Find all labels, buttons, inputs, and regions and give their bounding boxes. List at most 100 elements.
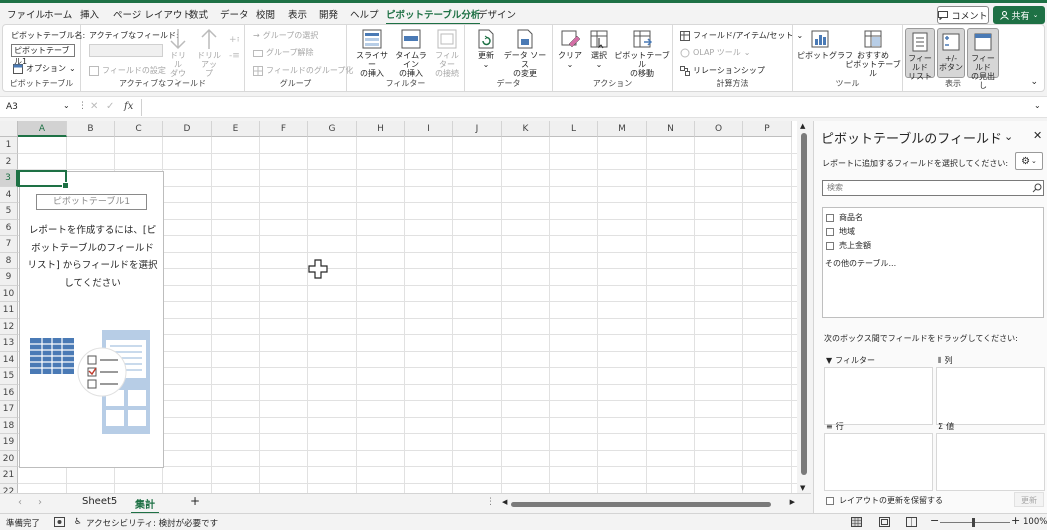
normal-view-icon[interactable]	[851, 517, 862, 527]
insert-timeline-button[interactable]: タイムライン の挿入	[392, 28, 430, 78]
row-header-8[interactable]: 8	[0, 252, 18, 269]
tab-data[interactable]: データ	[220, 7, 249, 21]
filter-connections-button[interactable]: フィルター の接続	[432, 28, 462, 78]
field-settings-button[interactable]: フィールドの設定	[89, 65, 166, 76]
column-header-F[interactable]: F	[260, 121, 308, 137]
scroll-up-icon[interactable]: ▲	[800, 122, 805, 130]
row-header-6[interactable]: 6	[0, 219, 18, 236]
column-header-K[interactable]: K	[502, 121, 550, 137]
row-header-13[interactable]: 13	[0, 335, 18, 352]
field-headers-toggle[interactable]: フィールド の見出し	[967, 28, 999, 90]
sheet-tab-summary[interactable]: 集計	[131, 496, 159, 514]
row-header-3[interactable]: 3	[0, 170, 18, 187]
tab-file[interactable]: ファイル	[7, 7, 45, 21]
active-field-input[interactable]	[89, 44, 163, 57]
plus-minus-buttons-toggle[interactable]: +/- ボタン	[937, 28, 965, 78]
column-header-E[interactable]: E	[212, 121, 260, 137]
cancel-icon[interactable]: ✕	[90, 101, 98, 112]
row-header-12[interactable]: 12	[0, 318, 18, 335]
update-button[interactable]: 更新	[1014, 492, 1044, 507]
field-checkbox[interactable]	[826, 213, 834, 222]
column-header-O[interactable]: O	[695, 121, 743, 137]
formula-input[interactable]	[141, 99, 1031, 116]
page-break-view-icon[interactable]	[906, 517, 917, 527]
filters-area[interactable]	[824, 367, 933, 425]
field-checkbox[interactable]	[826, 241, 834, 250]
column-header-J[interactable]: J	[453, 121, 502, 137]
zoom-in-icon[interactable]: +	[1011, 514, 1020, 527]
zoom-level[interactable]: 100%	[1023, 517, 1047, 527]
group-field-button[interactable]: フィールドのグループ化	[253, 65, 353, 76]
active-cell-A3[interactable]	[18, 170, 69, 189]
field-item[interactable]: 地域	[826, 226, 855, 237]
next-sheet-icon[interactable]: ›	[38, 497, 42, 508]
tab-formulas[interactable]: 数式	[189, 7, 208, 21]
relationships-button[interactable]: リレーションシップ	[680, 65, 765, 76]
recommended-pivottables-button[interactable]: おすすめ ピボットテーブル	[845, 28, 901, 78]
select-all-corner[interactable]	[0, 121, 18, 137]
defer-checkbox[interactable]	[826, 496, 834, 505]
prev-sheet-icon[interactable]: ‹	[18, 497, 22, 508]
select-button[interactable]: 選択 ⌄	[587, 28, 611, 69]
field-item[interactable]: 売上金額	[826, 240, 871, 251]
accessibility-status[interactable]: アクセシビリティ: 検討が必要です	[86, 517, 218, 529]
chevron-down-icon[interactable]: ⌄	[63, 101, 70, 110]
tab-home[interactable]: ホーム	[44, 7, 72, 21]
scroll-down-icon[interactable]: ▼	[800, 484, 805, 492]
column-header-L[interactable]: L	[550, 121, 598, 137]
row-header-5[interactable]: 5	[0, 203, 18, 220]
column-header-D[interactable]: D	[163, 121, 212, 137]
collapse-ribbon-icon[interactable]: ⌄	[1030, 77, 1038, 87]
tab-pivottable-analyze[interactable]: ピボットテーブル分析	[386, 7, 481, 25]
tab-review[interactable]: 校閲	[256, 7, 275, 21]
macro-record-icon[interactable]	[54, 517, 65, 527]
row-header-11[interactable]: 11	[0, 302, 18, 319]
tab-developer[interactable]: 開発	[319, 7, 338, 21]
row-header-17[interactable]: 17	[0, 401, 18, 418]
field-list-settings-button[interactable]: ⚙ ⌄	[1015, 152, 1043, 170]
pivot-placeholder[interactable]: ピボットテーブル1 レポートを作成するには、[ピ ボットテーブルのフィールド リ…	[19, 171, 164, 468]
tab-page-layout[interactable]: ページ レイアウト	[113, 7, 192, 21]
row-header-2[interactable]: 2	[0, 153, 18, 170]
row-header-16[interactable]: 16	[0, 384, 18, 401]
olap-tools-button[interactable]: OLAP ツール ⌄	[680, 47, 750, 58]
close-icon[interactable]: ✕	[1033, 129, 1042, 142]
vertical-scroll-thumb[interactable]	[801, 133, 807, 475]
page-layout-view-icon[interactable]	[879, 517, 890, 527]
pane-options-chevron-icon[interactable]: ⌄	[1004, 130, 1013, 143]
zoom-slider-thumb[interactable]	[972, 518, 975, 527]
tab-help[interactable]: ヘルプ	[350, 7, 379, 21]
columns-area[interactable]	[936, 367, 1045, 425]
share-button[interactable]: 共有 ⌄	[993, 6, 1045, 24]
pivotchart-button[interactable]: ピボットグラフ	[797, 28, 853, 60]
column-header-C[interactable]: C	[115, 121, 163, 137]
column-header-P[interactable]: P	[743, 121, 792, 137]
scroll-right-icon[interactable]: ▶	[790, 498, 795, 506]
field-search-input[interactable]: 検索	[822, 180, 1044, 196]
column-header-G[interactable]: G	[308, 121, 357, 137]
row-header-10[interactable]: 10	[0, 285, 18, 302]
enter-icon[interactable]: ✓	[106, 101, 114, 112]
row-header-19[interactable]: 19	[0, 434, 18, 451]
insert-function-icon[interactable]: fx	[124, 101, 133, 112]
zoom-out-icon[interactable]: −	[930, 514, 939, 527]
column-header-H[interactable]: H	[357, 121, 405, 137]
expand-collapse-icon[interactable]: +≡ -≡	[229, 33, 239, 73]
worksheet-grid[interactable]: ピボットテーブル1 レポートを作成するには、[ピ ボットテーブルのフィールド リ…	[0, 121, 797, 493]
row-header-21[interactable]: 21	[0, 467, 18, 484]
field-list-toggle[interactable]: フィールド リスト	[905, 28, 935, 81]
row-header-4[interactable]: 4	[0, 186, 18, 203]
scroll-left-icon[interactable]: ◀	[502, 498, 507, 506]
row-header-15[interactable]: 15	[0, 368, 18, 385]
more-tables-link[interactable]: その他のテーブル...	[825, 258, 896, 269]
vertical-scrollbar[interactable]: ▲ ▼	[797, 121, 811, 493]
more-icon[interactable]: ⋮	[486, 497, 495, 507]
pivot-name-input[interactable]: ピボットテーブル1	[11, 44, 75, 66]
add-sheet-button[interactable]: +	[190, 494, 200, 508]
column-header-I[interactable]: I	[405, 121, 453, 137]
horizontal-scrollbar[interactable]: ◀ ▶	[502, 498, 795, 508]
fields-items-sets-button[interactable]: フィールド/アイテム/セット ⌄	[680, 30, 803, 41]
sheet-tab-sheet5[interactable]: Sheet5	[82, 496, 117, 507]
tab-view[interactable]: 表示	[288, 7, 307, 21]
row-header-14[interactable]: 14	[0, 351, 18, 368]
